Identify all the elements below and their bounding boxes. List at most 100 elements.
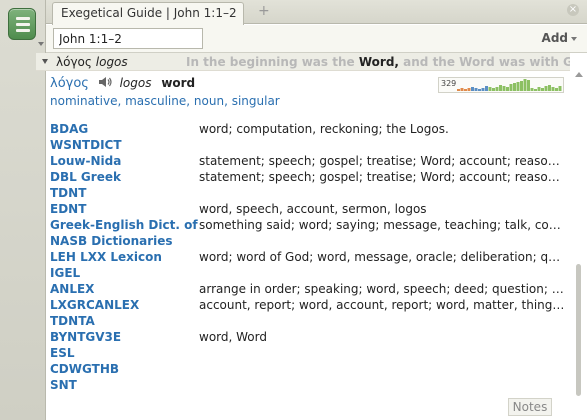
lexicon-row: IGEL [50,266,569,282]
frequency-bar [537,87,541,91]
frequency-bar [513,83,516,91]
lexicon-link[interactable]: LEH LXX Lexicon [50,250,198,264]
frequency-bar [523,79,527,91]
lexicon-link[interactable]: Louw-Nida [50,154,198,168]
lexicon-link[interactable]: ESL [50,346,198,360]
frequency-bar [464,89,467,91]
lexicon-definition: statement; speech; gospel; treatise; Wor… [199,154,565,168]
frequency-bar [492,88,495,91]
lexicon-row: LXGRCANLEX account, report; word, account… [50,298,569,314]
frequency-bar [530,88,534,91]
lemma-transliteration: logos [119,76,152,90]
lexicon-link[interactable]: Greek-English Dict. of N.T. [50,218,198,232]
morph-case[interactable]: nominative [50,94,117,108]
frequency-bar [467,88,471,91]
lexicon-row: BDAG word; computation, reckoning; the Lo… [50,122,569,138]
word-section-header[interactable]: λόγος logos In the beginning was the Wor… [36,53,570,71]
morph-number[interactable]: singular [232,94,280,108]
lexicon-link[interactable]: NASB Dictionaries [50,234,198,248]
frequency-bar [558,86,562,91]
collapse-triangle-icon[interactable] [42,59,48,64]
scroll-thumb[interactable] [576,264,581,396]
lexicon-row: DBL Greek statement; speech; gospel; trea… [50,170,569,186]
lexicon-definition: statement; speech; gospel; treatise; Wor… [199,170,565,184]
lexicon-link[interactable]: BDAG [50,122,198,136]
scrollbar[interactable] [573,72,585,418]
tab-strip: Exegetical Guide | John 1:1–2 + × [46,0,587,25]
frequency-bar [527,80,530,91]
lexicon-row: ANLEX arrange in order; speaking; word, s… [50,282,569,298]
guide-toolbar: Add [46,25,587,53]
lexicon-definition: word, speech, account, sermon, logos [199,202,427,216]
lexicon-link[interactable]: TDNT [50,186,198,200]
lexicon-link[interactable]: CDWGTHB [50,362,198,376]
lexicon-link[interactable]: DBL Greek [50,170,198,184]
lexicon-link[interactable]: BYNTGV3E [50,330,198,344]
lexicon-link[interactable]: IGEL [50,266,198,280]
morphology-line: nominative, masculine, noun, singular [50,94,280,108]
lexicon-row: BYNTGV3E word, Word [50,330,569,346]
frequency-bar [506,87,509,91]
chevron-down-icon[interactable] [38,42,44,46]
lexicon-link[interactable]: EDNT [50,202,198,216]
close-icon[interactable]: × [567,4,579,16]
menu-icon-line [16,23,30,26]
verse-before: In the beginning was the [186,55,355,69]
lexicon-link[interactable]: LXGRCANLEX [50,298,198,312]
word-content: λόγος logos word 329 nominative, masculi… [50,76,569,420]
lexicon-definition: word; computation, reckoning; the Logos. [199,122,449,136]
morph-gender[interactable]: masculine [125,94,186,108]
lemma-line: λόγος logos word 329 [50,76,569,94]
notes-button[interactable]: Notes [508,398,552,416]
frequency-bar [471,87,474,91]
lexicon-list: BDAG word; computation, reckoning; the Lo… [50,122,569,394]
frequency-bar [548,85,551,91]
reference-input[interactable] [53,28,203,49]
lexicon-link[interactable]: SNT [50,378,198,392]
section-word-greek: λόγος [56,55,92,69]
frequency-bar [485,86,488,91]
lexicon-row: LEH LXX Lexicon word; word of God; word, … [50,250,569,266]
frequency-bar [555,88,558,91]
frequency-chart[interactable]: 329 [438,77,564,93]
lexicon-row: TDNTA [50,314,569,330]
frequency-bar [499,85,502,91]
morph-part-of-speech[interactable]: noun [194,94,224,108]
lemma-gloss: word [161,76,196,90]
frequency-bar [488,87,492,91]
lexicon-definition: something said; word; saying; message, t… [199,218,565,232]
verse-after: and the Word was with God, and th [403,55,570,69]
lexicon-row: WSNTDICT [50,138,569,154]
frequency-bar [516,82,520,91]
lexicon-link[interactable]: TDNTA [50,314,198,328]
frequency-bar [551,87,555,91]
panel-menu-button[interactable] [8,8,36,40]
lexicon-definition: arrange in order; speaking; word, speech… [199,282,565,296]
lexicon-row: SNT [50,378,569,394]
frequency-bars [457,79,562,91]
frequency-bar [478,89,481,91]
frequency-bar [481,88,485,91]
verse-highlight-word: Word, [358,55,399,69]
lexicon-row: EDNT word, speech, account, sermon, logos [50,202,569,218]
add-label: Add [541,31,568,45]
speaker-icon[interactable] [98,76,112,88]
lexicon-row: Greek-English Dict. of N.T.something sai… [50,218,569,234]
lexicon-definition: account, report; word, account, report; … [199,298,565,312]
tab-exegetical-guide[interactable]: Exegetical Guide | John 1:1–2 [52,2,244,25]
new-tab-button[interactable]: + [258,3,270,19]
chevron-down-icon [571,36,577,41]
menu-icon-line [16,17,30,20]
add-button[interactable]: Add [542,31,577,45]
menu-icon-line [16,29,30,32]
lexicon-row: CDWGTHB [50,362,569,378]
lexicon-row: Louw-Nida statement; speech; gospel; trea… [50,154,569,170]
lexicon-definition: word; word of God; word, message, oracle… [199,250,565,264]
lexicon-link[interactable]: ANLEX [50,282,198,296]
frequency-bar [460,88,464,91]
scroll-up-arrow[interactable] [575,72,583,77]
lexicon-link[interactable]: WSNTDICT [50,138,198,152]
lemma-link[interactable]: λόγος [50,76,89,91]
frequency-bar [495,87,499,91]
section-word: λόγος logos [56,55,128,69]
